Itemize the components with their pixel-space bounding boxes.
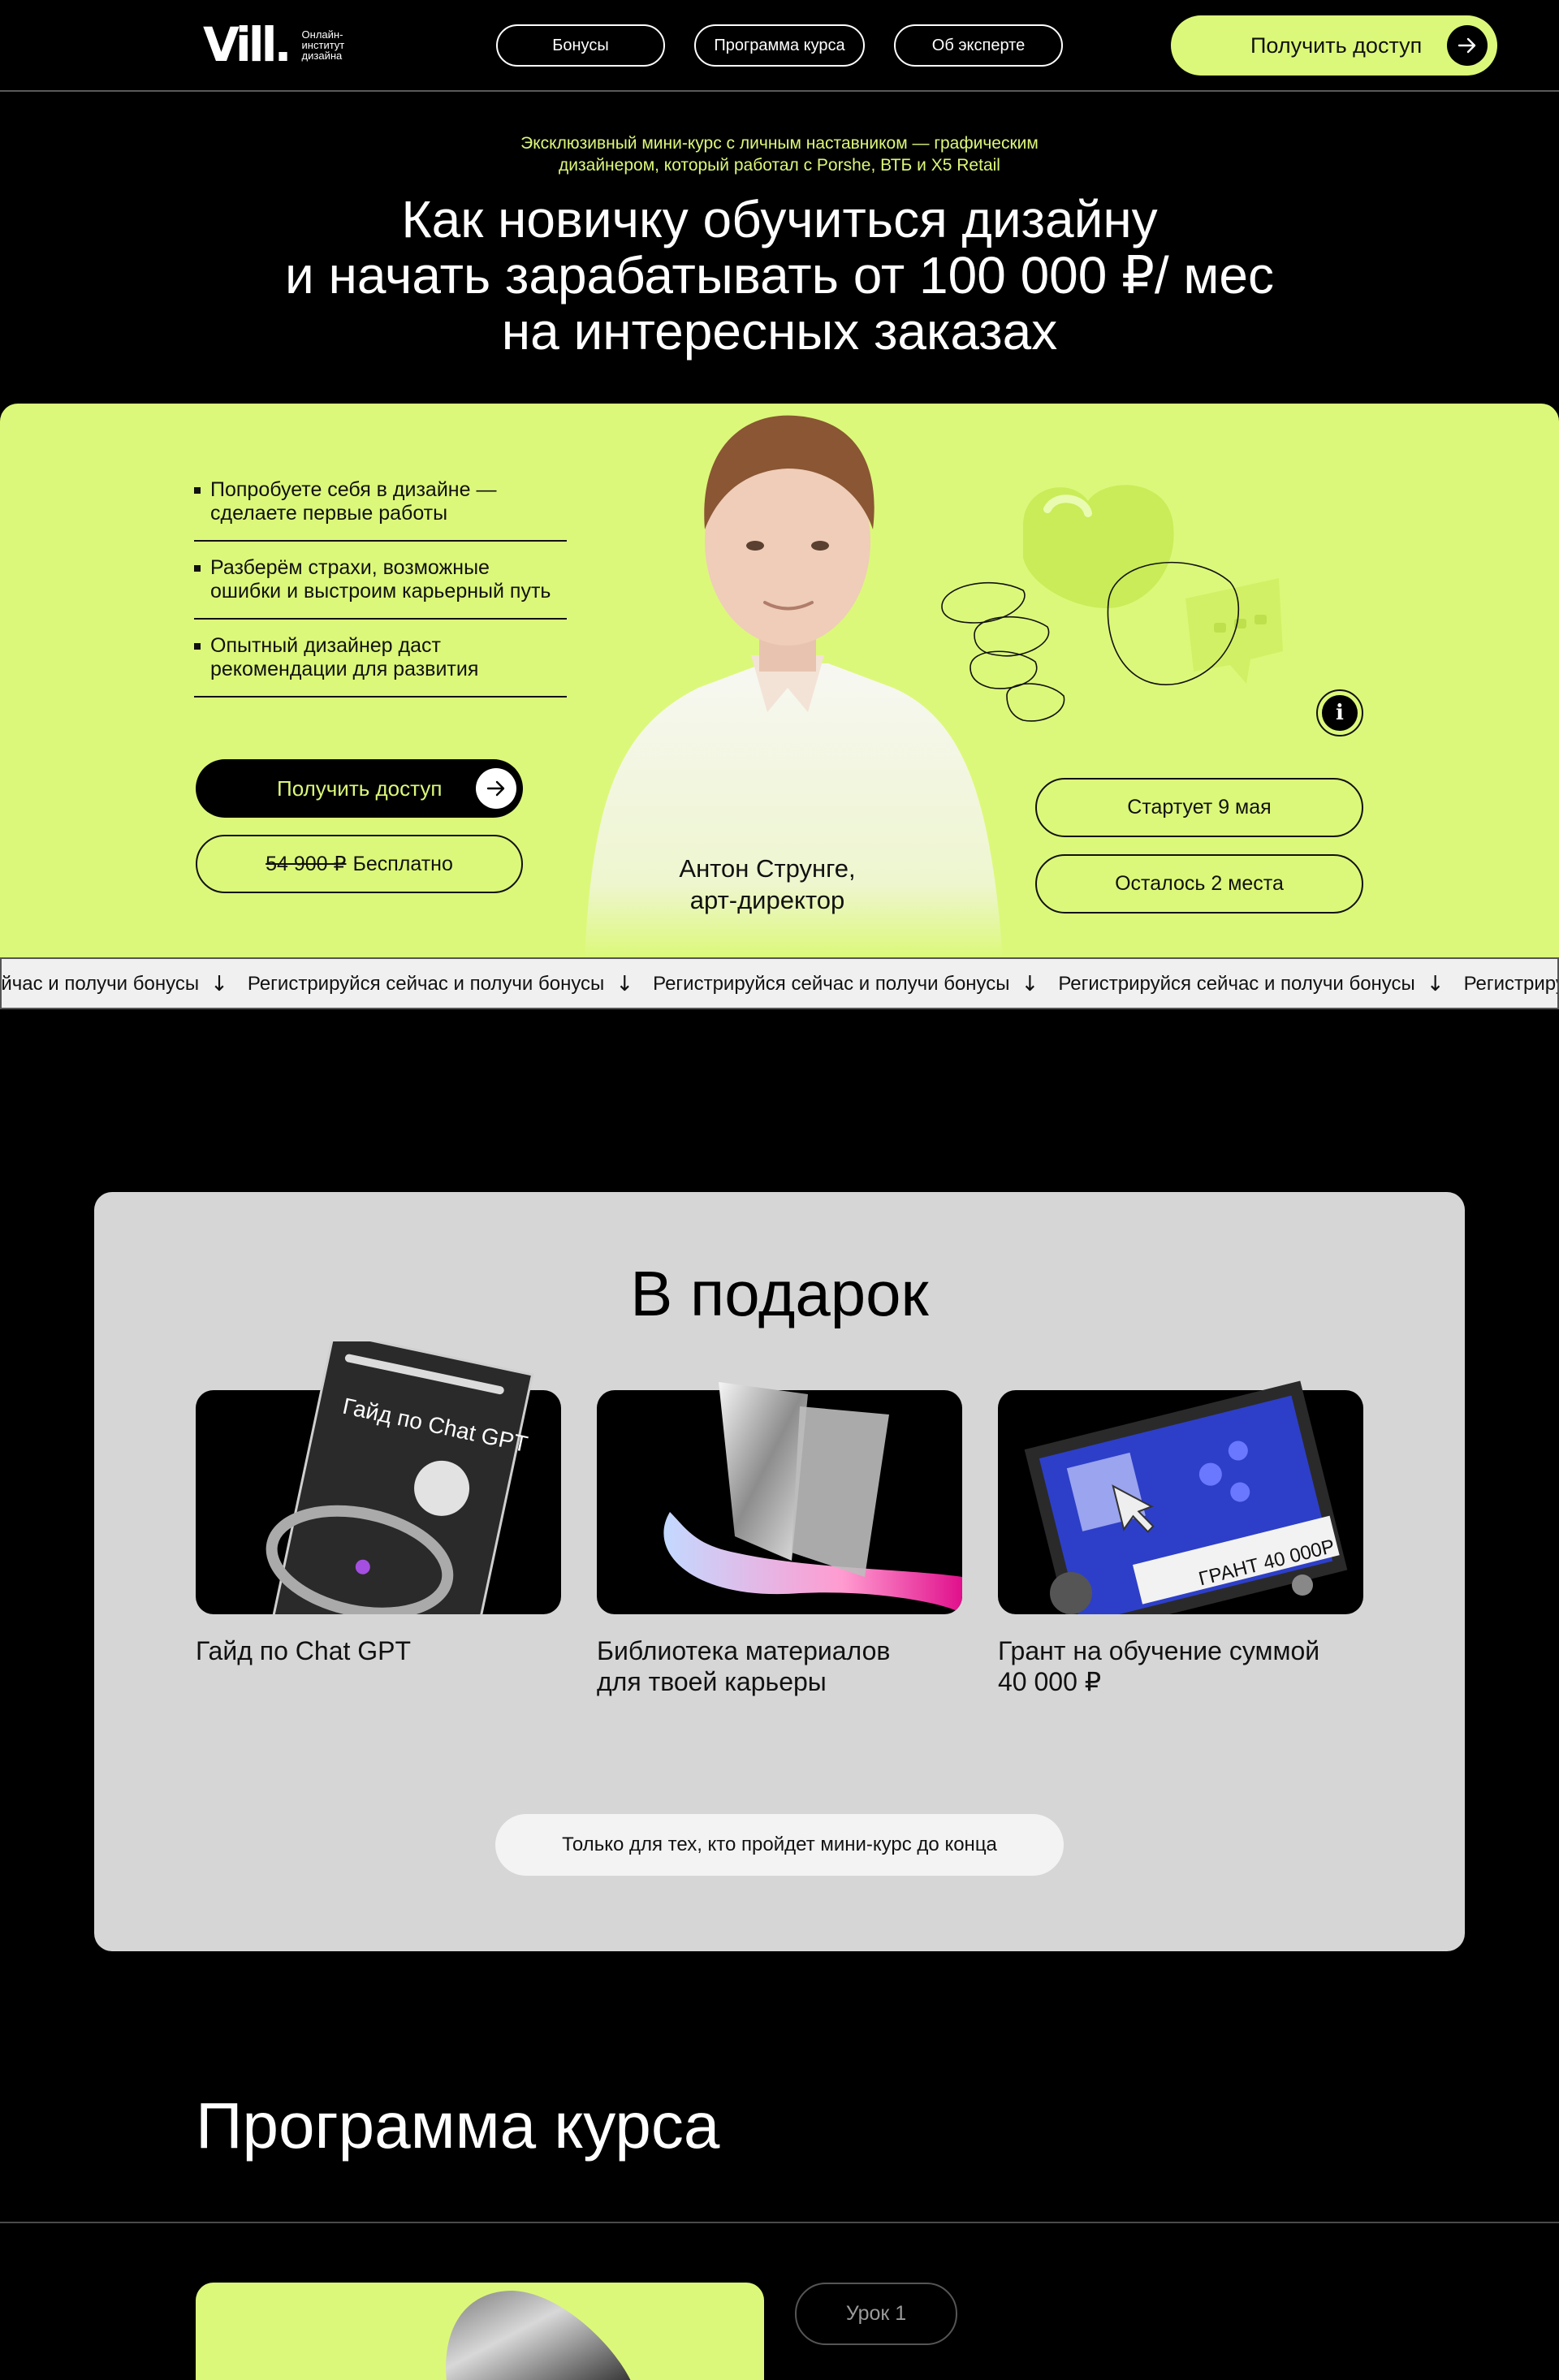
arrow-down-icon: ↓	[1426, 972, 1445, 996]
hero-title-line: Как новичку обучиться дизайну	[401, 190, 1158, 248]
hero-title: Как новичку обучиться дизайну и начать з…	[171, 192, 1388, 360]
start-date-badge: Стартует 9 мая	[1035, 778, 1363, 837]
marquee-item: Регистрируйся сейчас и получи бонусы ↓	[248, 972, 653, 996]
get-access-label: Получить доступ	[277, 775, 443, 801]
expert-role: арт-директор	[689, 886, 845, 914]
hero-panel: Попробуете себя в дизайне — сделаете пер…	[0, 404, 1559, 957]
arrow-down-icon: ↓	[615, 972, 634, 996]
marquee-text: ейчас и получи бонусы	[0, 973, 200, 995]
lesson-illustration	[446, 2291, 631, 2380]
marquee-text: Регистрируйся сейчас и получи бонусы	[1463, 973, 1557, 995]
arrow-right-icon	[1447, 25, 1488, 66]
old-price: 54 900 ₽	[266, 853, 347, 875]
gift-image-grant: ГРАНТ 40 000Р	[998, 1380, 1363, 1614]
gift-caption-line: Гайд по Chat GPT	[196, 1636, 412, 1665]
benefit-text: Попробуете себя в дизайне —	[210, 478, 497, 501]
benefit-item: Разберём страхи, возможные ошибки и выст…	[194, 556, 567, 620]
info-icon: i	[1322, 695, 1358, 731]
benefit-item: Попробуете себя в дизайне — сделаете пер…	[194, 478, 567, 542]
marquee-text: Регистрируйся сейчас и получи бонусы	[247, 973, 605, 995]
gift-caption: Гайд по Chat GPT	[196, 1635, 561, 1666]
arrow-down-icon: ↓	[210, 972, 228, 996]
get-access-label: Получить доступ	[1250, 32, 1423, 58]
gift-caption: Грант на обучение суммой 40 000 ₽	[998, 1635, 1363, 1697]
price-badge: 54 900 ₽ Бесплатно	[196, 835, 523, 893]
logo-tagline-line: дизайна	[301, 49, 343, 62]
gift-card: Библиотека материалов для твоей карьеры	[597, 1382, 962, 1697]
grant-illustration: ГРАНТ 40 000Р	[1024, 1380, 1348, 1614]
library-illustration	[663, 1382, 962, 1614]
benefit-list: Попробуете себя в дизайне — сделаете пер…	[194, 478, 567, 712]
hero-title-line: на интересных заказах	[501, 302, 1058, 361]
marquee-item: Регистрируйся сейчас и получи бонусы ↓	[653, 972, 1058, 996]
seats-left-badge: Осталось 2 места	[1035, 854, 1363, 914]
gift-caption-line: для твоей карьеры	[597, 1667, 827, 1696]
marquee-banner: ейчас и получи бонусы ↓ Регистрируйся сей…	[0, 957, 1559, 1009]
arrow-down-icon: ↓	[1021, 972, 1039, 996]
benefit-text: ошибки и выстроим карьерный путь	[210, 580, 551, 603]
marquee-text: Регистрируйся сейчас и получи бонусы	[1058, 973, 1415, 995]
expert-caption: Антон Струнге, арт-директор	[617, 853, 918, 916]
site-header: Vill. Онлайн- институт дизайна Бонусы Пр…	[0, 0, 1559, 92]
gifts-title: В подарок	[630, 1258, 929, 1329]
guide-booklet-illustration: Гайд по Chat GPT	[266, 1341, 534, 1614]
decorative-shapes	[941, 485, 1283, 722]
arrow-right-icon	[476, 768, 516, 809]
program-title: Программа курса	[196, 2089, 720, 2162]
logo[interactable]: Vill. Онлайн- институт дизайна	[203, 17, 345, 72]
free-label: Бесплатно	[352, 852, 453, 875]
marquee-track: ейчас и получи бонусы ↓ Регистрируйся сей…	[0, 972, 1557, 996]
section-divider	[0, 2222, 1559, 2223]
lesson-card	[196, 2283, 764, 2380]
gifts-section: В подарок Гайд по Chat GPT Гайд по Chat	[94, 1192, 1465, 1951]
info-button[interactable]: i	[1316, 689, 1363, 736]
benefit-text: сделаете первые работы	[210, 502, 448, 525]
logo-mark: Vill.	[203, 17, 292, 72]
get-access-header-button[interactable]: Получить доступ	[1171, 15, 1497, 76]
nav-expert[interactable]: Об эксперте	[894, 24, 1063, 67]
logo-tagline: Онлайн- институт дизайна	[302, 29, 345, 61]
marquee-item: Регистрируйся сейчас и получи бонусы↓	[1463, 972, 1557, 996]
gift-card: Гайд по Chat GPT Гайд по Chat GPT	[196, 1341, 561, 1666]
gift-caption-line: Грант на обучение суммой	[998, 1636, 1320, 1665]
get-access-button[interactable]: Получить доступ	[196, 759, 523, 818]
benefit-text: Разберём страхи, возможные	[210, 556, 490, 579]
marquee-item: Регистрируйся сейчас и получи бонусы ↓	[1058, 972, 1463, 996]
benefit-text: рекомендации для развития	[210, 658, 479, 680]
lesson-tab-1[interactable]: Урок 1	[795, 2283, 957, 2345]
nav-bonuses[interactable]: Бонусы	[496, 24, 665, 67]
hero-subtitle-line: дизайнером, который работал с Porshe, ВТ…	[559, 156, 1000, 175]
gifts-condition-note: Только для тех, кто пройдет мини-курс до…	[495, 1814, 1064, 1876]
gift-caption-line: Библиотека материалов	[597, 1636, 891, 1665]
gift-caption-line: 40 000 ₽	[998, 1667, 1102, 1696]
nav-program[interactable]: Программа курса	[694, 24, 865, 67]
benefit-text: Опытный дизайнер даст	[210, 634, 441, 657]
gift-image-library	[597, 1382, 962, 1614]
hero-subtitle-line: Эксклюзивный мини-курс с личным наставни…	[520, 134, 1039, 153]
benefit-item: Опытный дизайнер даст рекомендации для р…	[194, 634, 567, 698]
logo-tagline-line: институт	[301, 38, 345, 51]
expert-name: Антон Струнге,	[679, 854, 856, 883]
marquee-text: Регистрируйся сейчас и получи бонусы	[653, 973, 1010, 995]
hero-subtitle: Эксклюзивный мини-курс с личным наставни…	[455, 132, 1104, 176]
hero-title-line: и начать зарабатывать от 100 000 ₽/ мес	[284, 246, 1275, 305]
marquee-item: ейчас и получи бонусы ↓	[0, 972, 248, 996]
gift-card: ГРАНТ 40 000Р Грант на обучение суммой 4…	[998, 1380, 1363, 1697]
gift-image-guide: Гайд по Chat GPT	[196, 1341, 561, 1614]
logo-tagline-line: Онлайн-	[301, 28, 343, 41]
gift-caption: Библиотека материалов для твоей карьеры	[597, 1635, 962, 1697]
